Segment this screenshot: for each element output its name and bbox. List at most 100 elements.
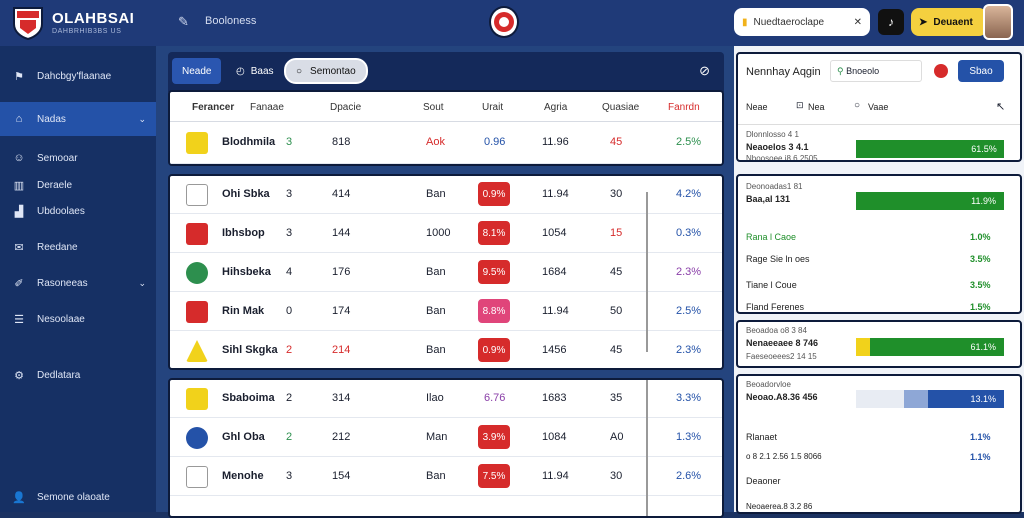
- right-card-1: Deonoadas1 81 Baa,al 131 11.9% Rana l Ca…: [736, 174, 1022, 314]
- right-header-title: Nennhay Aqgin: [746, 66, 821, 78]
- people-icon: ☺: [13, 152, 25, 164]
- col-header[interactable]: Quasiae: [602, 102, 639, 113]
- team-logo-icon: [186, 301, 208, 323]
- settings-icon: ⚙: [14, 369, 24, 382]
- col-header[interactable]: Dpacie: [330, 102, 361, 113]
- right-search-input[interactable]: ⚲ Bnoeolo: [830, 60, 922, 82]
- status-badge: 3.9%: [478, 425, 510, 449]
- right-card-2: Beoadoa o8 3 84 Nenaeeaee 8 746 Faeseoee…: [736, 320, 1022, 368]
- top-bar: OLAHBSAI DAHBRHIB3BS US ✎ Booloness ▮ Nu…: [0, 0, 1024, 46]
- tab-2[interactable]: Vaae: [868, 102, 888, 112]
- account-button[interactable]: ➤ Deuaent: [911, 8, 987, 36]
- sidebar-item-4[interactable]: ▟ Ubdoolaes: [0, 201, 156, 221]
- chevron-down-icon: ⌄: [138, 113, 146, 124]
- main-panel: Neade ◴ Baas ○ Semontao ⊘ Ferancer Fanaae …: [156, 46, 734, 518]
- search-input[interactable]: ▮ Nuedtaeroclape ✕: [734, 8, 870, 36]
- table-row[interactable]: Ohi Sbka 3 414 Ban 0.9% 11.94 30 4.2%: [170, 176, 722, 214]
- brand-title: OLAHBSAI: [52, 10, 135, 27]
- progress-value: 61.5%: [964, 140, 1004, 158]
- circle-icon: ○: [296, 65, 303, 77]
- status-badge: 9.5%: [478, 260, 510, 284]
- sidebar-item-0[interactable]: ⚑ Dahcbgy'flaanae: [0, 66, 156, 86]
- col-header[interactable]: Urait: [482, 102, 503, 113]
- bar-icon: ▥: [13, 179, 25, 192]
- col-header[interactable]: Agria: [544, 102, 567, 113]
- sidebar-item-1[interactable]: ⌂ Nadas ⌄: [0, 102, 156, 136]
- toolbar: Neade ◴ Baas ○ Semontao ⊘: [168, 52, 724, 92]
- col-header[interactable]: Ferancer: [192, 102, 234, 113]
- top-link[interactable]: Booloness: [205, 15, 256, 27]
- flag-icon[interactable]: [934, 64, 948, 78]
- table-row[interactable]: Ibhsbop 3 144 1000 8.1% 1054 15 0.3%: [170, 215, 722, 253]
- chevron-down-icon: ⌄: [138, 277, 146, 288]
- team-logo-icon: [186, 340, 208, 362]
- status-badge: 0.9%: [478, 182, 510, 206]
- status-badge: 7.5%: [478, 464, 510, 488]
- team-logo-icon: [186, 223, 208, 245]
- pen-icon: ✐: [14, 277, 24, 290]
- lock-icon: ⊡: [796, 100, 804, 110]
- right-card-3: Beoadorvloe Neoao.A8.36 456 13.1% Rlanae…: [736, 374, 1022, 514]
- cursor-icon[interactable]: ↖: [996, 100, 1005, 113]
- flag-icon: ⚑: [14, 70, 24, 83]
- progress-bar: 61.1%: [870, 338, 1004, 356]
- table-row[interactable]: Rin Mak 0 174 Ban 8.8% 11.94 50 2.5%: [170, 293, 722, 331]
- sidebar: ⚑ Dahcbgy'flaanae ⌂ Nadas ⌄ ☺ Semooar ▥ Derae…: [0, 46, 156, 512]
- team-logo-icon: [186, 427, 208, 449]
- table-row[interactable]: Hihsbeka 4 176 Ban 9.5% 1684 45 2.3%: [170, 254, 722, 292]
- sidebar-item-7[interactable]: ☰ Nesoolaae: [0, 309, 156, 329]
- col-header[interactable]: Fanaae: [250, 102, 284, 113]
- status-badge: 0.9%: [478, 338, 510, 362]
- right-action-button[interactable]: Sbao: [958, 60, 1004, 82]
- toolbar-button-a[interactable]: Neade: [172, 58, 222, 84]
- chart-icon: ▟: [14, 205, 24, 218]
- table-row[interactable]: Blodhmila 3 818 Aok 0.96 11.96 45 2.5%: [170, 124, 722, 164]
- table-row[interactable]: Menohe 3 154 Ban 7.5% 11.94 30 2.6%: [170, 458, 722, 496]
- toolbar-search-toggle[interactable]: ○ Semontao: [284, 58, 368, 84]
- brand-subtitle: DAHBRHIB3BS US: [52, 28, 122, 35]
- toolbar-button-b[interactable]: ◴ Baas: [226, 58, 284, 84]
- home-icon: ⌂: [15, 113, 23, 125]
- right-panel: Nennhay Aqgin ⚲ Bnoeolo Sbao Neae ⊡ Nea …: [734, 46, 1024, 514]
- table-panel-2: Ohi Sbka 3 414 Ban 0.9% 11.94 30 4.2% Ib…: [168, 174, 724, 370]
- brand[interactable]: OLAHBSAI DAHBRHIB3BS US: [12, 6, 135, 41]
- sidebar-item-6[interactable]: ✐ Rasoneeas ⌄: [0, 273, 156, 293]
- status-badge: 8.1%: [478, 221, 510, 245]
- team-logo-icon: [186, 262, 208, 284]
- close-icon[interactable]: ✕: [854, 17, 862, 28]
- notifications-button[interactable]: ♪: [878, 9, 904, 35]
- right-header-card: Nennhay Aqgin ⚲ Bnoeolo Sbao Neae ⊡ Nea …: [736, 52, 1022, 162]
- circle-icon: ○: [854, 100, 861, 111]
- team-logo-icon: [186, 184, 208, 206]
- sidebar-item-2[interactable]: ☺ Semooar: [0, 148, 156, 168]
- col-header[interactable]: Sout: [423, 102, 444, 113]
- avatar[interactable]: [983, 4, 1013, 40]
- sidebar-item-8[interactable]: ⚙ Dedlatara: [0, 365, 156, 385]
- table-row[interactable]: Sbaboima 2 314 Ilao 6.76 1683 35 3.3%: [170, 380, 722, 418]
- crest-icon: [12, 6, 44, 41]
- table-panel-3: Sbaboima 2 314 Ilao 6.76 1683 35 3.3% Gh…: [168, 378, 724, 518]
- tab-1[interactable]: Nea: [808, 102, 825, 112]
- scrollbar[interactable]: [646, 192, 648, 352]
- search-icon: ▮: [742, 16, 748, 28]
- table-header: Ferancer Fanaae Dpacie Sout Urait Agria …: [170, 92, 722, 122]
- list-icon: ☰: [14, 313, 24, 326]
- progress-bar: [856, 140, 964, 158]
- sidebar-item-5[interactable]: ✉ Reedane: [0, 237, 156, 257]
- club-logo-icon[interactable]: [489, 6, 519, 38]
- clock-icon: ◴: [236, 65, 245, 77]
- table-row[interactable]: Sihl Skgka 2 214 Ban 0.9% 1456 45 2.3%: [170, 332, 722, 368]
- team-logo-icon: [186, 388, 208, 410]
- sidebar-item-3[interactable]: ▥ Deraele: [0, 175, 156, 195]
- mail-icon: ✉: [14, 241, 24, 254]
- progress-bar: 13.1%: [928, 390, 1004, 408]
- sidebar-item-9[interactable]: 👤 Semone olaoate: [0, 487, 156, 507]
- col-header[interactable]: Fanrdn: [668, 102, 700, 113]
- scrollbar[interactable]: [646, 380, 648, 516]
- bell-icon: ♪: [888, 15, 894, 29]
- user-icon: 👤: [12, 491, 26, 504]
- tab-0[interactable]: Neae: [746, 102, 768, 112]
- refresh-icon[interactable]: ⊘: [699, 63, 710, 79]
- pencil-icon[interactable]: ✎: [178, 14, 189, 30]
- table-row[interactable]: Ghl Oba 2 212 Man 3.9% 1084 A0 1.3%: [170, 419, 722, 457]
